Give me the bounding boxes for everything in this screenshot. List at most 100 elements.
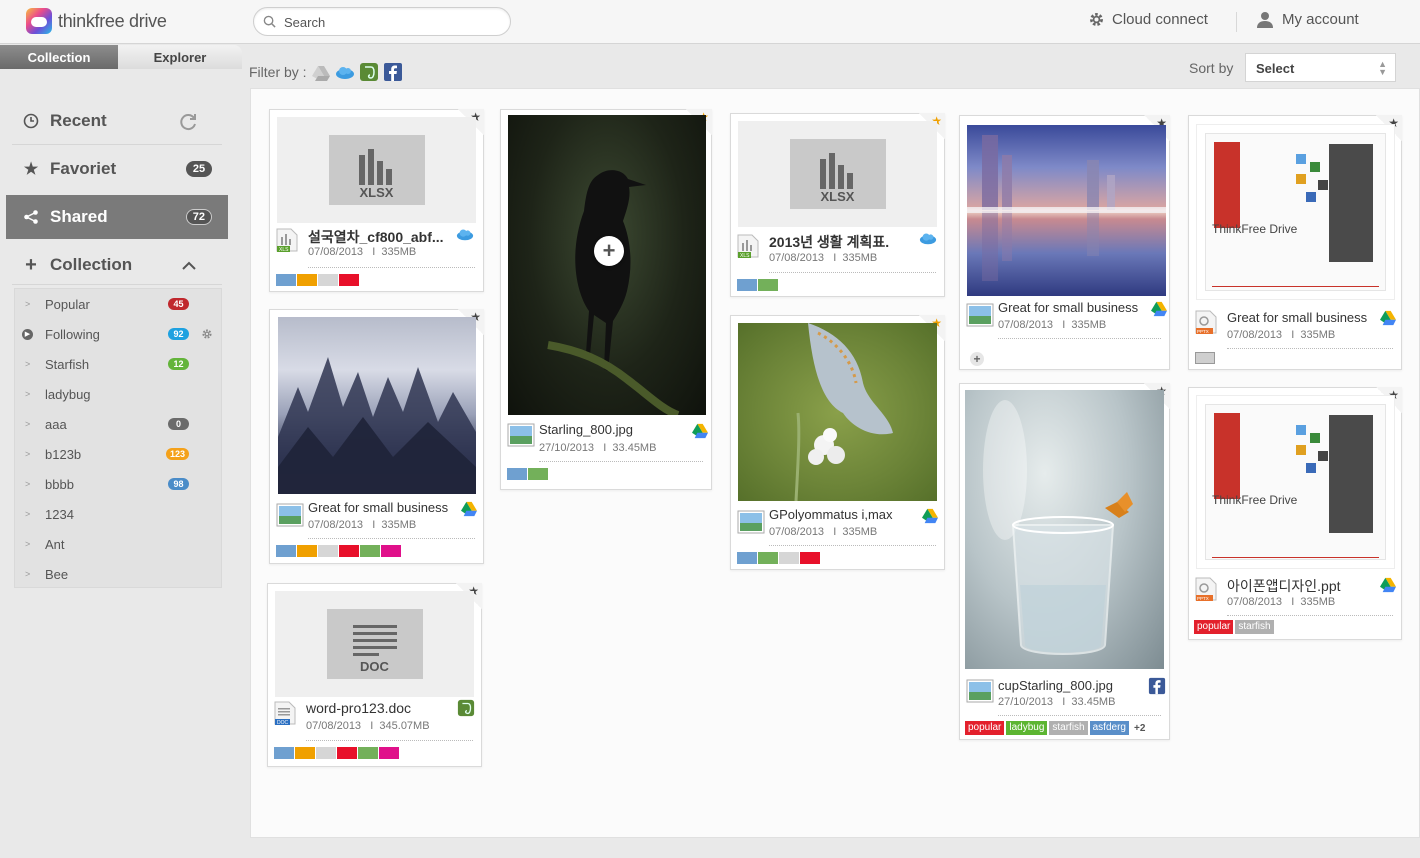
google-drive-filter-icon[interactable]	[311, 62, 331, 82]
collection-item[interactable]: > b123b 123	[15, 439, 221, 469]
collection-item[interactable]: ▶ Following 92	[15, 319, 221, 349]
cloud-connect-button[interactable]: Cloud connect	[1088, 11, 1208, 28]
evernote-filter-icon[interactable]	[359, 62, 379, 82]
file-name[interactable]: Great for small business	[1227, 310, 1377, 325]
file-card[interactable]: ★ ThinkFree Drive PPTX 아이폰앱디자인.ppt 07/08…	[1188, 387, 1402, 640]
search-icon	[263, 15, 276, 28]
sidebar-item-shared[interactable]: Shared 72	[6, 195, 228, 239]
file-thumbnail[interactable]: XLSX	[277, 117, 476, 223]
file-card[interactable]: ★ XLSX XLS 2013년 생활 계획표. 07/08/2013 I 33…	[730, 113, 945, 297]
file-thumbnail[interactable]	[967, 125, 1166, 296]
collection-item[interactable]: >1234	[15, 499, 221, 529]
file-thumbnail[interactable]: +	[508, 115, 706, 415]
search-input[interactable]	[284, 13, 494, 31]
glass-butterfly-image	[983, 400, 1133, 655]
caret-right-icon: >	[25, 479, 31, 489]
file-meta: 07/08/2013 I 335MB	[998, 319, 1107, 331]
file-card[interactable]: ★ DOC DOC word-pro123.doc 07/08/2013 I 3…	[267, 583, 482, 767]
file-card[interactable]: ★ Great for small business 07/08/2013 I …	[269, 309, 484, 564]
file-card[interactable]: ★ + Starling_800.jpg 27/10/2013 I 33.45M…	[500, 109, 712, 490]
file-thumbnail[interactable]	[738, 323, 937, 501]
favorite-count-badge: 25	[186, 161, 212, 177]
collection-item-label: Following	[45, 326, 100, 342]
add-to-collection-button[interactable]: +	[594, 236, 624, 266]
svg-text:PPTX: PPTX	[1197, 596, 1209, 601]
thinkfree-logo-icon[interactable]	[26, 8, 52, 34]
tag-starfish[interactable]: starfish	[1235, 620, 1274, 634]
color-tags	[737, 552, 820, 564]
collection-item[interactable]: > Starfish 12	[15, 349, 221, 379]
settings-gear-icon[interactable]	[201, 328, 213, 340]
cloud-filter-icon[interactable]	[335, 62, 355, 82]
collection-item-label: Popular	[45, 296, 90, 312]
slide-title: ThinkFree Drive	[1212, 493, 1298, 507]
google-drive-icon	[1151, 301, 1167, 317]
google-drive-icon	[1380, 577, 1396, 593]
tag-popular[interactable]: popular	[1194, 620, 1234, 634]
file-thumbnail[interactable]	[965, 390, 1164, 669]
file-name[interactable]: cupStarling_800.jpg	[998, 678, 1143, 693]
tab-collection[interactable]: Collection	[0, 45, 118, 69]
file-card[interactable]: ★ GPolyommatus i,max 07/08/2013 I 335MB	[730, 315, 945, 570]
file-card[interactable]: ★ XLSX XLS 설국열차_cf800_abf... 07/08/2013 …	[269, 109, 484, 292]
thumbnail-type-label: XLSX	[359, 185, 394, 200]
collection-item-label: aaa	[45, 416, 67, 432]
file-thumbnail[interactable]: XLSX	[738, 121, 937, 227]
tag-asfderg[interactable]: asfderg	[1089, 721, 1129, 735]
file-name[interactable]: Starling_800.jpg	[539, 422, 684, 437]
collection-count-badge: 0	[168, 418, 189, 430]
brand-name[interactable]: thinkfree drive	[58, 11, 167, 32]
forest-image	[278, 357, 476, 494]
add-tag-button[interactable]: +	[970, 352, 984, 366]
file-meta: 07/08/2013 I 335MB	[1227, 596, 1336, 608]
tag-starfish[interactable]: starfish	[1049, 721, 1088, 735]
file-name[interactable]: word-pro123.doc	[306, 700, 456, 716]
refresh-icon[interactable]	[178, 112, 198, 132]
collection-count-badge: 92	[168, 328, 189, 340]
file-card[interactable]: ★ ThinkFree Drive PPTX Great for small b…	[1188, 115, 1402, 370]
collection-count-badge: 123	[165, 448, 189, 460]
sort-select[interactable]: Select ▲ ▼	[1245, 53, 1396, 82]
facebook-icon	[1148, 677, 1166, 695]
file-thumbnail[interactable]: ThinkFree Drive	[1196, 124, 1395, 300]
collection-item[interactable]: > Bee	[15, 559, 221, 589]
file-meta: 07/08/2013 I 345.07MB	[306, 720, 430, 732]
slide-preview: ThinkFree Drive	[1205, 404, 1386, 560]
file-name[interactable]: Great for small business	[308, 500, 458, 515]
collection-item[interactable]: > bbbb 98	[15, 469, 221, 499]
image-file-icon	[276, 503, 304, 527]
file-name[interactable]: 아이폰앱디자인.ppt	[1227, 576, 1377, 596]
facebook-filter-icon[interactable]	[383, 62, 403, 82]
xls-file-icon: XLS	[737, 234, 759, 258]
sidebar-item-favorite[interactable]: ★ Favoriet 25	[12, 146, 228, 192]
file-name[interactable]: GPolyommatus i,max	[769, 507, 919, 522]
collection-item[interactable]: > ladybug	[15, 379, 221, 409]
tag-ladybug[interactable]: ladybug	[1006, 721, 1048, 735]
collection-item-label: ladybug	[45, 386, 91, 402]
collection-item[interactable]: > Popular 45	[15, 289, 221, 319]
sidebar-item-recent[interactable]: Recent	[12, 98, 228, 144]
chevron-up-icon[interactable]	[182, 261, 196, 270]
file-card[interactable]: ★ Great for small business 07/08/2013 I …	[959, 115, 1170, 370]
sort-label: Sort by	[1189, 60, 1234, 76]
file-card[interactable]: ★ cupStarling_800.jpg 27/10/2013 I 33.45…	[959, 383, 1170, 740]
pptx-file-icon: PPTX	[1195, 310, 1217, 334]
caret-right-icon: >	[25, 419, 31, 429]
tab-explorer[interactable]: Explorer	[118, 45, 242, 69]
file-name[interactable]: 설국열차_cf800_abf...	[308, 227, 448, 247]
file-thumbnail[interactable]: ThinkFree Drive	[1196, 395, 1395, 569]
tag-popular[interactable]: popular	[965, 721, 1005, 735]
my-account-button[interactable]: My account	[1257, 11, 1359, 28]
search-box[interactable]	[253, 7, 511, 36]
collection-item[interactable]: > Ant	[15, 529, 221, 559]
collection-count-badge: 12	[168, 358, 189, 370]
file-name[interactable]: Great for small business	[998, 300, 1148, 315]
more-tags-count[interactable]: +2	[1134, 723, 1145, 734]
file-thumbnail[interactable]	[278, 317, 476, 494]
file-thumbnail[interactable]: DOC	[275, 591, 474, 697]
collection-item[interactable]: > aaa 0	[15, 409, 221, 439]
sidebar-item-label: Favoriet	[50, 159, 117, 178]
sidebar-item-collection[interactable]: + Collection	[12, 242, 228, 288]
thumbnail-type-label: XLSX	[820, 189, 855, 204]
file-name[interactable]: 2013년 생활 계획표.	[769, 232, 909, 252]
